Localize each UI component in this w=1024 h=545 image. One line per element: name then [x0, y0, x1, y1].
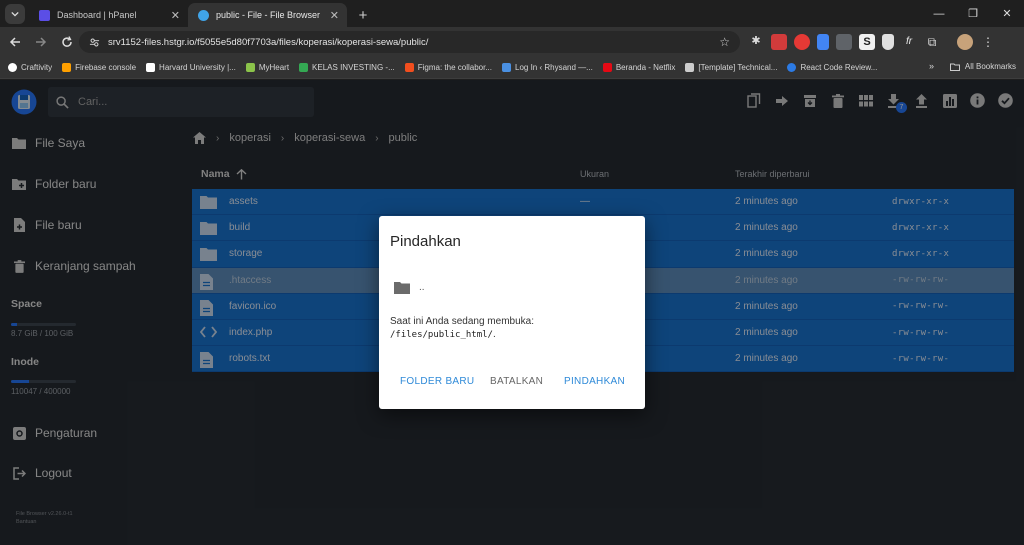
bookmark-item[interactable]: KELAS INVESTING -...: [299, 63, 395, 72]
minimize-icon[interactable]: —: [922, 0, 956, 27]
bookmarks-overflow-icon[interactable]: »: [929, 61, 934, 71]
hpanel-favicon-icon: [39, 9, 50, 21]
bookmark-favicon-icon: [502, 63, 511, 72]
folder-icon: [394, 282, 410, 294]
extension-gear-icon[interactable]: ✱: [748, 34, 764, 50]
extension-docs-icon[interactable]: [817, 34, 829, 50]
chevron-down-icon: [11, 11, 19, 17]
extensions-puzzle-icon[interactable]: ⧉: [924, 34, 940, 50]
new-tab-button[interactable]: +: [355, 7, 371, 24]
tab-dashboard[interactable]: Dashboard | hPanel ✕: [29, 3, 188, 27]
dialog-actions: FOLDER BARU BATALKAN PINDAHKAN: [379, 376, 645, 390]
bookmarks-bar: Craftivity Firebase console Harvard Univ…: [0, 57, 1024, 79]
window-controls: — ❐ ✕: [922, 0, 1024, 27]
close-icon[interactable]: ✕: [330, 9, 339, 22]
parent-folder-item[interactable]: ..: [394, 281, 425, 294]
bookmark-item[interactable]: [Template] Technical...: [685, 63, 777, 72]
browser-menu-icon[interactable]: ⋮: [980, 34, 996, 50]
site-info-icon: [89, 38, 100, 46]
extension-red-icon[interactable]: [771, 34, 787, 50]
browser-toolbar: srv1152-files.hstgr.io/f5055e5d80f7703a/…: [0, 27, 1024, 57]
url-text: srv1152-files.hstgr.io/f5055e5d80f7703a/…: [108, 36, 429, 48]
restore-icon[interactable]: ❐: [956, 0, 990, 27]
bookmark-favicon-icon: [62, 63, 72, 72]
filebrowser-favicon-icon: [198, 9, 209, 21]
move-dialog: Pindahkan .. Saat ini Anda sedang membuk…: [379, 216, 645, 409]
tab-file-browser[interactable]: public - File - File Browser ✕: [188, 3, 347, 27]
extensions-row: ✱ S fr ⧉ ⋮: [748, 34, 996, 50]
extension-font-icon[interactable]: fr: [901, 34, 917, 50]
bookmark-item[interactable]: Log In ‹ Rhysand —...: [502, 63, 593, 72]
bookmark-item[interactable]: React Code Review...: [787, 63, 877, 72]
new-folder-button[interactable]: FOLDER BARU: [400, 376, 474, 387]
reload-icon: [62, 36, 72, 47]
bookmark-favicon-icon: [787, 63, 797, 72]
dialog-title: Pindahkan: [390, 233, 461, 250]
bookmark-item[interactable]: Beranda - Netflix: [602, 63, 675, 72]
bookmark-favicon-icon: [245, 63, 255, 72]
address-bar[interactable]: srv1152-files.hstgr.io/f5055e5d80f7703a/…: [79, 31, 740, 53]
bookmark-item[interactable]: Figma: the collabor...: [404, 63, 492, 72]
tab-title: public - File - File Browser: [216, 10, 321, 20]
close-window-icon[interactable]: ✕: [990, 0, 1024, 27]
folder-icon: [949, 63, 960, 71]
profile-avatar[interactable]: [957, 34, 973, 50]
tab-search-button[interactable]: [5, 4, 25, 24]
extension-shield-red-icon[interactable]: [794, 34, 810, 50]
all-bookmarks-button[interactable]: All Bookmarks: [949, 62, 1016, 71]
extension-shield-icon[interactable]: [882, 34, 894, 50]
forward-button[interactable]: [28, 36, 54, 48]
back-button[interactable]: [2, 36, 28, 48]
bookmark-favicon-icon: [685, 63, 695, 72]
path-suffix: .: [492, 329, 496, 340]
tab-strip: Dashboard | hPanel ✕ public - File - Fil…: [0, 0, 1024, 27]
bookmark-favicon-icon: [404, 63, 414, 72]
bookmark-item[interactable]: Craftivity: [8, 63, 52, 72]
extension-s-icon[interactable]: S: [859, 34, 875, 50]
reload-button[interactable]: [54, 36, 80, 48]
arrow-left-icon: [9, 37, 20, 47]
current-path: /files/public_html/: [390, 330, 493, 340]
bookmark-favicon-icon: [602, 63, 612, 72]
bookmark-favicon-icon: [299, 63, 309, 72]
tab-title: Dashboard | hPanel: [57, 10, 137, 20]
extension-copy-icon[interactable]: [836, 34, 852, 50]
bookmark-favicon-icon: [8, 63, 17, 72]
close-icon[interactable]: ✕: [171, 9, 180, 22]
bookmark-item[interactable]: Firebase console: [62, 63, 136, 72]
move-button[interactable]: PINDAHKAN: [564, 376, 625, 387]
bookmark-star-icon[interactable]: ☆: [719, 35, 730, 49]
current-location-label: Saat ini Anda sedang membuka:: [390, 316, 534, 327]
arrow-right-icon: [36, 37, 47, 47]
bookmark-item[interactable]: Harvard University |...: [146, 63, 236, 72]
bookmark-favicon-icon: [146, 63, 156, 72]
parent-folder-label: ..: [419, 282, 425, 293]
cancel-button[interactable]: BATALKAN: [490, 376, 543, 387]
bookmark-item[interactable]: MyHeart: [245, 63, 289, 72]
dialog-message: Saat ini Anda sedang membuka: /files/pub…: [390, 315, 534, 342]
